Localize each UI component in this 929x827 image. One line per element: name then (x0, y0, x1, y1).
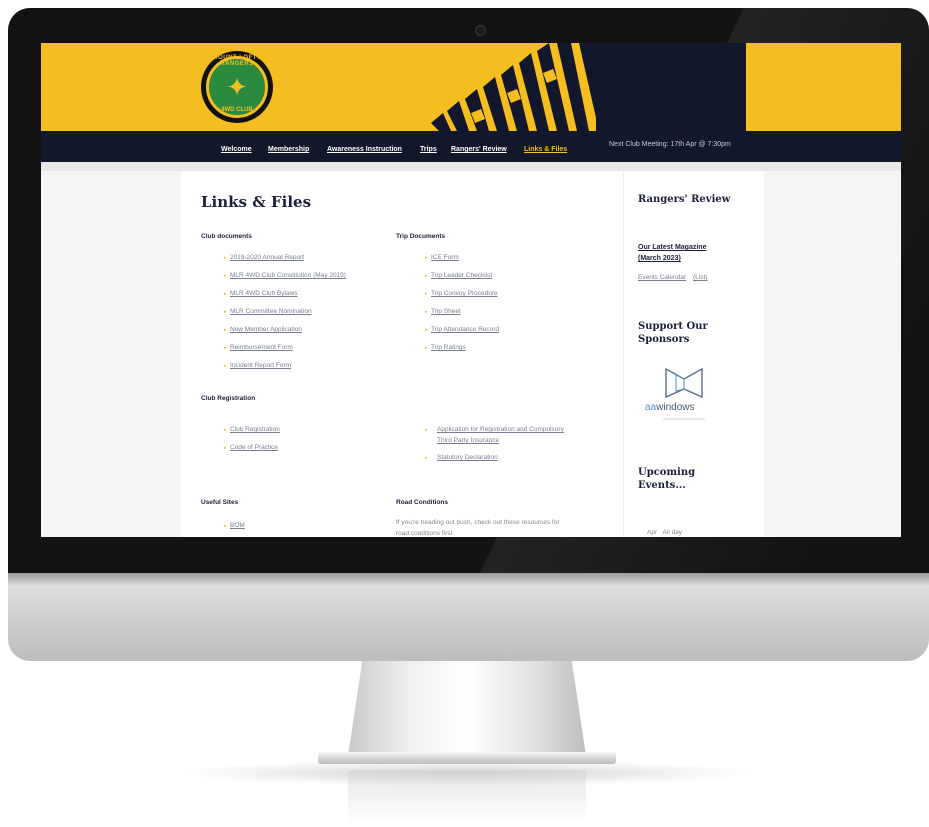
header-dark-panel (596, 43, 746, 131)
link-bom[interactable]: BOM (230, 522, 245, 529)
road-conditions-text-2: road conditions first (396, 530, 453, 537)
link-constitution[interactable]: MLR 4WD Club Constitution (May 2019) (230, 272, 346, 279)
bullet-icon: ▸ (224, 273, 227, 279)
events-list-link[interactable]: (List) (693, 274, 707, 281)
club-registration-heading: Club Registration (201, 395, 256, 402)
stand-reflection (348, 770, 586, 825)
useful-sites-heading: Useful Sites (201, 499, 239, 506)
rangers-review-heading: Rangers' Review (638, 194, 731, 205)
sponsor-name[interactable]: aawindows (645, 402, 694, 413)
monitor-base (318, 752, 616, 764)
sponsor-name-text: windows (656, 402, 695, 413)
nav-divider (41, 162, 901, 171)
link-trip-leader-checklist[interactable]: Trip Leader Checklist (431, 272, 492, 279)
link-bylaws[interactable]: MLR 4WD Club Bylaws (230, 290, 298, 297)
link-annual-report[interactable]: 2019-2020 Annual Report (230, 254, 304, 261)
bullet-icon: ▸ (425, 345, 428, 351)
tyre-track-graphic (431, 43, 611, 131)
monitor-chin (8, 573, 929, 661)
sponsor-logo[interactable] (641, 361, 727, 427)
link-code-of-practice[interactable]: Code of Practice (230, 444, 278, 451)
link-reimbursement-form[interactable]: Reimbursement Form (230, 344, 293, 351)
upcoming-events-heading-2: Events... (638, 480, 686, 491)
sponsors-heading-2: Sponsors (638, 334, 690, 345)
link-club-registration[interactable]: Club Registration (230, 426, 280, 433)
club-documents-heading: Club documents (201, 233, 252, 240)
link-trip-convoy-procedure[interactable]: Trip Convoy Procedure (431, 290, 498, 297)
next-meeting-text: Next Club Meeting: 17th Apr @ 7:30pm (609, 141, 731, 148)
page-title: Links & Files (201, 193, 312, 211)
bullet-icon: ▸ (224, 327, 227, 333)
browser-screen: ✦ MOUNT LOFTY RANGERS 4WD CLUB Welcome M… (41, 43, 901, 537)
bullet-icon: ▸ (224, 523, 227, 529)
bullet-icon: ▸ (224, 445, 227, 451)
link-trip-sheet[interactable]: Trip Sheet (431, 308, 461, 315)
link-third-party-insurance[interactable]: Third Party Insurance (437, 437, 499, 444)
bullet-icon: ▸ (224, 291, 227, 297)
bullet-icon: ▸ (425, 291, 428, 297)
link-trip-ratings[interactable]: Trip Ratings (431, 344, 466, 351)
nav-trips[interactable]: Trips (420, 146, 437, 153)
nav-welcome[interactable]: Welcome (221, 146, 252, 153)
trip-documents-heading: Trip Documents (396, 233, 446, 240)
bullet-icon: ▸ (224, 345, 227, 351)
sponsor-prefix: aa (645, 402, 657, 413)
compass-star-icon: ✦ (226, 72, 248, 102)
main-content (181, 171, 623, 537)
road-conditions-text: If you're heading out bush, check out th… (396, 519, 560, 526)
nav-awareness-instruction[interactable]: Awareness Instruction (327, 146, 402, 153)
bullet-icon: ▸ (425, 455, 428, 461)
bullet-icon: ▸ (425, 273, 428, 279)
bullet-icon: ▸ (224, 363, 227, 369)
logo-ring-text: MOUNT LOFTY RANGERS (212, 55, 262, 67)
bullet-icon: ▸ (224, 255, 227, 261)
link-trip-attendance-record[interactable]: Trip Attendance Record (431, 326, 499, 333)
upcoming-events-heading: Upcoming (638, 467, 696, 478)
sponsors-heading: Support Our (638, 321, 708, 332)
monitor-chin-edge (8, 573, 929, 585)
link-committee-nomination[interactable]: MLR Committee Nomination (230, 308, 312, 315)
event-month: Apr (647, 529, 658, 536)
link-constitution-label[interactable]: MLR 4WD Club Constitution (230, 272, 311, 279)
nav-rangers-review[interactable]: Rangers' Review (451, 146, 507, 153)
bullet-icon: ▸ (425, 327, 428, 333)
latest-magazine-link[interactable]: Our Latest Magazine (638, 242, 706, 253)
link-statutory-declaration[interactable]: Statutory Declaration (437, 454, 498, 461)
road-conditions-heading: Road Conditions (396, 499, 448, 506)
bullet-icon: ▸ (224, 427, 227, 433)
monitor-stand (348, 661, 586, 756)
camera-icon (475, 25, 486, 36)
bullet-icon: ▸ (425, 309, 428, 315)
nav-membership[interactable]: Membership (268, 146, 309, 153)
link-incident-report-form[interactable]: Incident Report Form (230, 362, 291, 369)
events-calendar-link[interactable]: Events Calendar (638, 274, 686, 281)
link-constitution-date: (May 2019) (311, 272, 346, 279)
event-time: All day (662, 529, 683, 536)
bullet-icon: ▸ (425, 427, 428, 433)
event-row[interactable]: Apr All day (647, 529, 682, 536)
latest-magazine-date[interactable]: (March 2023) (638, 253, 681, 264)
logo-club-text: 4WD CLUB (221, 107, 253, 113)
bullet-icon: ▸ (425, 255, 428, 261)
link-application-registration[interactable]: Application for Registration and Compuls… (437, 426, 564, 433)
link-ice-form[interactable]: ICE Form (431, 254, 459, 261)
nav-links-files[interactable]: Links & Files (524, 146, 567, 153)
bullet-icon: ▸ (224, 309, 227, 315)
link-new-member-application[interactable]: New Member Application (230, 326, 302, 333)
